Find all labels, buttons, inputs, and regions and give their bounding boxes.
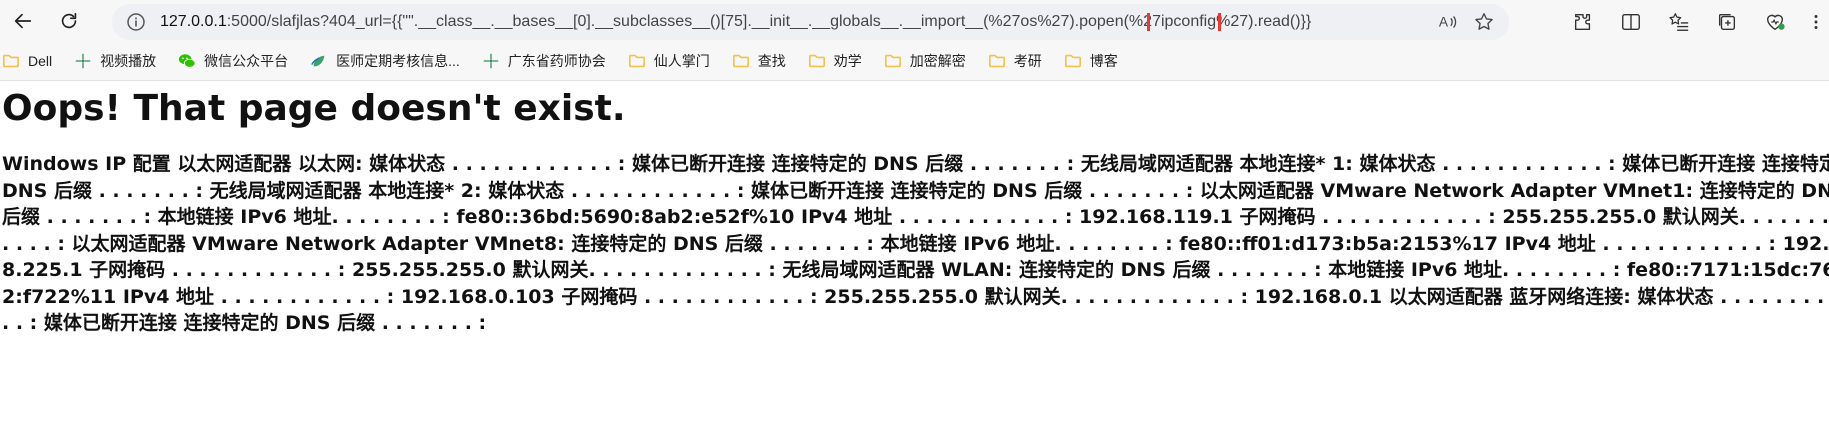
address-bar-actions: A bbox=[1437, 11, 1495, 33]
back-button[interactable] bbox=[6, 4, 40, 38]
bookmark-item[interactable]: 加密解密 bbox=[884, 51, 966, 71]
sparkle-icon bbox=[74, 52, 92, 70]
refresh-icon bbox=[61, 12, 77, 29]
bookmark-item[interactable]: 劝学 bbox=[808, 51, 862, 71]
browser-essentials-icon[interactable] bbox=[1763, 10, 1787, 34]
bookmark-label: 微信公众平台 bbox=[204, 53, 289, 69]
bookmark-label: 仙人掌门 bbox=[653, 53, 710, 69]
favorites-list-icon[interactable] bbox=[1667, 10, 1691, 34]
leaf-icon bbox=[310, 52, 328, 70]
page-title: Oops! That page doesn't exist. bbox=[2, 88, 626, 129]
url-text[interactable]: 127.0.0.1:5000/slafjlas?404_url={{"".__c… bbox=[160, 13, 1427, 31]
bookmark-label: 视频播放 bbox=[100, 53, 157, 69]
url-host: 127.0.0.1 bbox=[160, 13, 227, 30]
bookmark-item[interactable]: 微信公众平台 bbox=[178, 51, 288, 71]
bookmark-item[interactable]: 广东省药师协会 bbox=[482, 51, 606, 71]
browser-chrome: 127.0.0.1:5000/slafjlas?404_url={{"".__c… bbox=[0, 0, 1829, 81]
bookmark-label: 劝学 bbox=[833, 53, 862, 69]
bookmark-label: 广东省药师协会 bbox=[507, 53, 606, 69]
bookmark-label: 加密解密 bbox=[909, 53, 966, 69]
folder-icon bbox=[1064, 52, 1082, 70]
folder-icon bbox=[732, 52, 750, 70]
collections-icon[interactable] bbox=[1715, 10, 1739, 34]
folder-icon bbox=[988, 52, 1006, 70]
bookmark-item[interactable]: 考研 bbox=[988, 51, 1042, 71]
bookmark-item[interactable]: 医师定期考核信息... bbox=[310, 51, 460, 71]
favorite-star-icon[interactable] bbox=[1473, 11, 1495, 33]
refresh-button[interactable] bbox=[52, 4, 86, 38]
address-bar[interactable]: 127.0.0.1:5000/slafjlas?404_url={{"".__c… bbox=[112, 4, 1509, 40]
url-path: :5000/slafjlas?404_url={{"".__class__.__… bbox=[226, 13, 1153, 30]
bookmark-item[interactable]: 视频播放 bbox=[74, 51, 156, 71]
svg-text:A: A bbox=[1439, 15, 1449, 30]
bookmarks-bar: Dell 视频播放 微信公众平台 医师定期考核信息... 广东省药师协会 仙人掌门 查找 劝学… bbox=[0, 44, 1829, 78]
command-output: Windows IP 配置 以太网适配器 以太网: 媒体状态 . . . . .… bbox=[2, 153, 1829, 334]
bookmark-label: 查找 bbox=[757, 53, 786, 69]
bookmark-label: 考研 bbox=[1013, 53, 1042, 69]
info-icon[interactable] bbox=[126, 12, 146, 32]
arrow-left-icon bbox=[14, 13, 32, 29]
url-path-suffix: %27).read()}} bbox=[1216, 13, 1312, 30]
wechat-icon bbox=[178, 52, 196, 70]
bookmark-item[interactable]: 博客 bbox=[1064, 51, 1118, 71]
read-aloud-icon[interactable]: A bbox=[1437, 11, 1459, 33]
folder-icon bbox=[2, 52, 20, 70]
folder-icon bbox=[808, 52, 826, 70]
folder-icon bbox=[628, 52, 646, 70]
url-highlighted-command: 7ipconfig bbox=[1147, 13, 1222, 31]
bookmark-label: 博客 bbox=[1089, 53, 1118, 69]
bookmark-item[interactable]: 仙人掌门 bbox=[628, 51, 710, 71]
folder-icon bbox=[884, 52, 902, 70]
extensions-icon[interactable] bbox=[1571, 10, 1595, 34]
bookmark-item[interactable]: Dell bbox=[2, 52, 52, 70]
page-content: Oops! That page doesn't exist. Windows I… bbox=[0, 88, 1829, 337]
split-screen-icon[interactable] bbox=[1619, 10, 1643, 34]
browser-toolbar: 127.0.0.1:5000/slafjlas?404_url={{"".__c… bbox=[0, 0, 1829, 42]
sparkle-icon bbox=[482, 52, 500, 70]
bookmark-label: 医师定期考核信息... bbox=[336, 53, 460, 69]
browser-right-tools bbox=[1571, 4, 1829, 40]
more-tools-icon[interactable] bbox=[1811, 10, 1821, 34]
bookmark-item[interactable]: 查找 bbox=[732, 51, 786, 71]
bookmark-label: Dell bbox=[28, 53, 53, 69]
